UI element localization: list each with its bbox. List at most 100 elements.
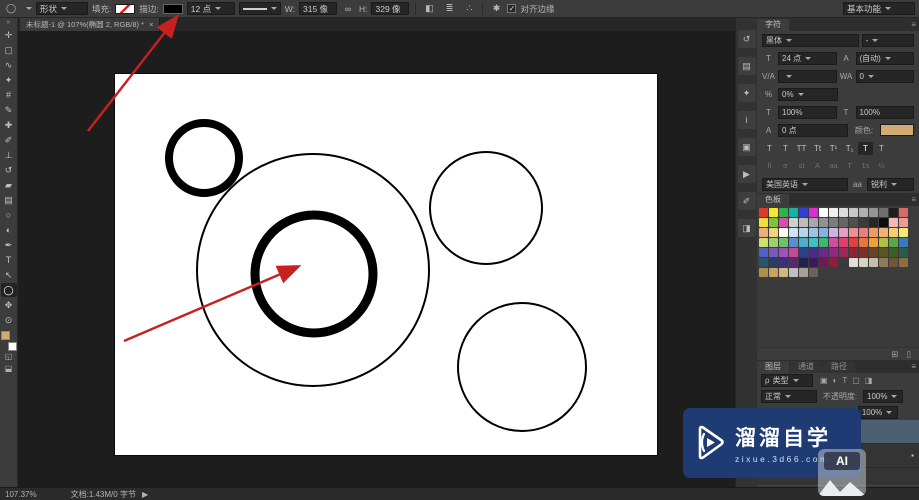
background-color-swatch[interactable] xyxy=(8,342,17,351)
color-swatch[interactable] xyxy=(759,268,768,277)
document-canvas[interactable] xyxy=(115,74,657,455)
tab-图层[interactable]: 图层 xyxy=(757,361,789,373)
font-style-select[interactable]: - xyxy=(862,34,914,47)
tool-presets-panel-icon[interactable]: ◨ xyxy=(738,219,756,237)
color-swatch[interactable] xyxy=(759,238,768,247)
actions-panel-icon[interactable]: ▶ xyxy=(738,165,756,183)
blur-tool[interactable]: ○ xyxy=(1,208,17,222)
color-swatch[interactable] xyxy=(779,268,788,277)
baseline-shift-input[interactable]: 0 点 xyxy=(778,124,848,137)
blend-mode-select[interactable]: 正常 xyxy=(761,390,817,403)
color-swatch[interactable] xyxy=(769,218,778,227)
color-swatch[interactable] xyxy=(789,238,798,247)
eraser-tool[interactable]: ▰ xyxy=(1,178,17,192)
color-swatch[interactable] xyxy=(759,228,768,237)
info-panel-icon[interactable]: i xyxy=(738,111,756,129)
color-swatch[interactable] xyxy=(889,208,898,217)
hand-tool[interactable]: ✥ xyxy=(1,298,17,312)
collapse-toolbar-icon[interactable]: » xyxy=(7,18,11,28)
fractions-button[interactable]: ½ xyxy=(874,160,889,172)
color-swatch[interactable] xyxy=(869,248,878,257)
faux-bold-button[interactable]: T xyxy=(762,142,777,155)
color-swatch[interactable] xyxy=(769,228,778,237)
lasso-tool[interactable]: ∿ xyxy=(1,58,17,72)
kerning-select[interactable] xyxy=(778,70,837,83)
color-swatch[interactable] xyxy=(889,248,898,257)
zoom-level[interactable]: 107.37% xyxy=(5,490,37,499)
ellipse-tool[interactable]: ◯ xyxy=(1,283,17,297)
color-swatch[interactable] xyxy=(899,238,908,247)
color-swatch[interactable] xyxy=(849,218,858,227)
color-swatch[interactable] xyxy=(879,228,888,237)
color-swatch[interactable] xyxy=(759,218,768,227)
color-swatch[interactable] xyxy=(809,248,818,257)
align-edges-checkbox[interactable]: ✓ xyxy=(507,4,516,13)
trash-icon[interactable]: ▯ xyxy=(906,349,911,360)
panel-menu-icon[interactable]: ≡ xyxy=(911,195,916,204)
color-swatch[interactable] xyxy=(869,238,878,247)
font-size-select[interactable]: 24 点 xyxy=(778,52,837,65)
opacity-input[interactable]: 100% xyxy=(863,390,903,403)
color-swatch[interactable] xyxy=(789,208,798,217)
move-tool[interactable]: ✛ xyxy=(1,28,17,42)
color-swatch[interactable] xyxy=(809,228,818,237)
color-swatch[interactable] xyxy=(769,258,778,267)
healing-brush-tool[interactable]: ✚ xyxy=(1,118,17,132)
font-family-select[interactable]: 黑体 xyxy=(762,34,859,47)
color-swatch[interactable] xyxy=(819,258,828,267)
foreground-color-swatch[interactable] xyxy=(1,331,10,340)
color-swatch[interactable] xyxy=(889,228,898,237)
color-swatch[interactable] xyxy=(839,228,848,237)
color-swatch[interactable] xyxy=(899,208,908,217)
color-swatch[interactable] xyxy=(769,208,778,217)
path-arrangement-icon[interactable]: ∴ xyxy=(462,3,476,14)
zoom-tool[interactable]: ⊙ xyxy=(1,313,17,327)
ligatures-button[interactable]: fi xyxy=(762,160,777,172)
color-swatch[interactable] xyxy=(839,218,848,227)
filter-smart-icon[interactable]: ◨ xyxy=(865,376,873,385)
color-swatch[interactable] xyxy=(779,218,788,227)
color-swatch[interactable] xyxy=(829,248,838,257)
filter-shape-icon[interactable]: ▢ xyxy=(852,376,860,385)
color-swatch[interactable] xyxy=(829,208,838,217)
brush-panel-icon[interactable]: ✐ xyxy=(738,192,756,210)
gradient-tool[interactable]: ▤ xyxy=(1,193,17,207)
color-swatch[interactable] xyxy=(889,258,898,267)
layer-filter-select[interactable]: ρ 类型 xyxy=(761,374,813,387)
color-swatch[interactable] xyxy=(799,238,808,247)
panel-menu-icon[interactable]: ≡ xyxy=(911,20,916,29)
color-swatch[interactable] xyxy=(849,238,858,247)
panel-menu-icon[interactable]: ≡ xyxy=(911,362,916,371)
brush-tool[interactable]: ✐ xyxy=(1,133,17,147)
stylistic-alt-button[interactable]: st xyxy=(794,160,809,172)
styles-panel-icon[interactable]: ✦ xyxy=(738,84,756,102)
color-swatch[interactable] xyxy=(879,248,888,257)
color-swatch[interactable] xyxy=(819,238,828,247)
color-swatch[interactable] xyxy=(799,208,808,217)
quick-mask-icon[interactable]: ◱ xyxy=(1,351,17,363)
color-swatch[interactable] xyxy=(859,228,868,237)
leading-select[interactable]: (自动) xyxy=(856,52,915,65)
clone-stamp-tool[interactable]: ⊥ xyxy=(1,148,17,162)
color-swatch[interactable] xyxy=(759,248,768,257)
color-swatch[interactable] xyxy=(759,258,768,267)
horizontal-scale-input[interactable]: 100% xyxy=(856,106,915,119)
type-tool[interactable]: T xyxy=(1,253,17,267)
filter-type-icon[interactable]: T xyxy=(842,376,847,385)
color-swatch[interactable] xyxy=(869,218,878,227)
ellipse-tool-preset-icon[interactable]: ◯ xyxy=(4,3,18,14)
shape-width-input[interactable]: 315 像 xyxy=(299,2,337,15)
pen-tool[interactable]: ✒ xyxy=(1,238,17,252)
color-swatch[interactable] xyxy=(859,248,868,257)
language-select[interactable]: 美国英语 xyxy=(762,178,848,191)
color-swatch[interactable] xyxy=(779,248,788,257)
text-color-swatch[interactable] xyxy=(880,124,914,136)
shape-height-input[interactable]: 329 像 xyxy=(371,2,409,15)
fill-color-swatch[interactable] xyxy=(115,4,135,14)
stroke-color-swatch[interactable] xyxy=(163,4,183,14)
color-swatch[interactable] xyxy=(799,248,808,257)
vertical-scale-input[interactable]: 100% xyxy=(778,106,837,119)
tab-通道[interactable]: 通道 xyxy=(790,361,822,373)
properties-panel-icon[interactable]: ▤ xyxy=(738,57,756,75)
fill-opacity-input[interactable]: 100% xyxy=(858,406,898,419)
